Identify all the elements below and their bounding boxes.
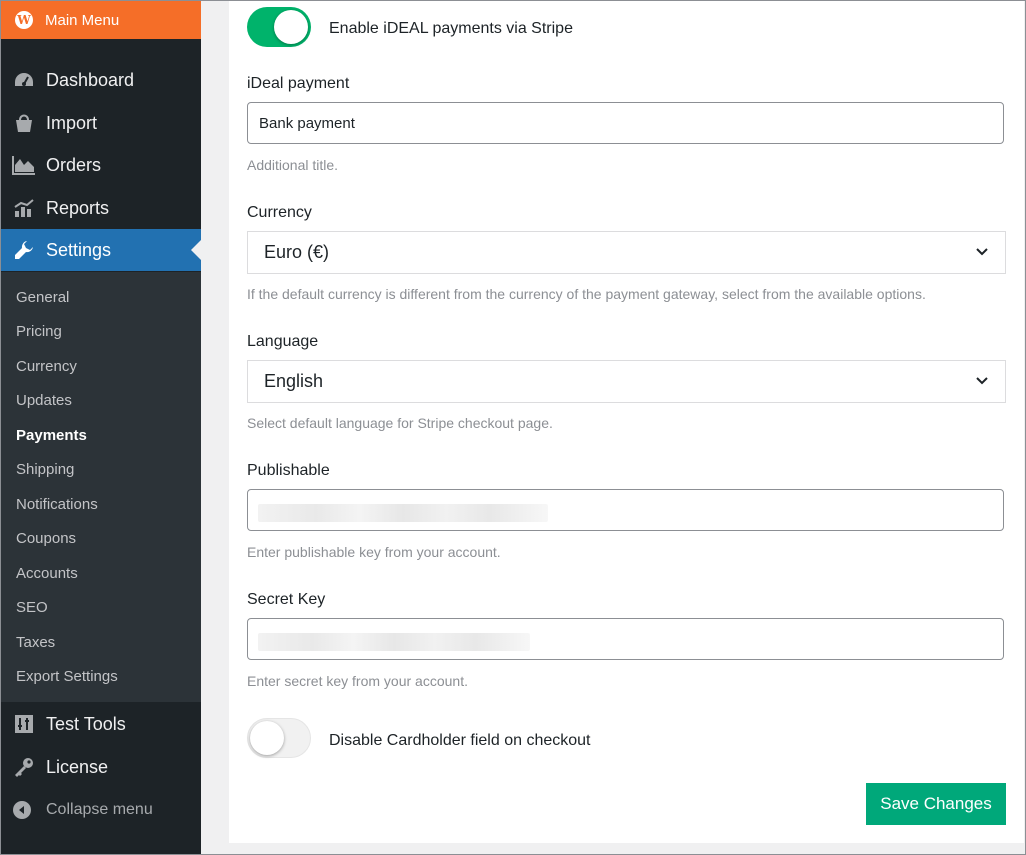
collapse-menu-button[interactable]: Collapse menu xyxy=(1,792,201,828)
key-icon xyxy=(11,756,37,778)
sidebar-item-label: Orders xyxy=(46,154,102,175)
language-select[interactable]: English xyxy=(247,360,1006,403)
sidebar-item-label: Settings xyxy=(46,239,112,260)
sidebar-item-settings[interactable]: Settings xyxy=(1,229,201,271)
submenu-item-payments[interactable]: Payments xyxy=(16,427,87,444)
import-icon xyxy=(11,112,37,134)
sidebar-item-test-tools[interactable]: Test Tools xyxy=(1,703,201,745)
admin-sidebar: W Main Menu Dashboard Import Orders Repo… xyxy=(1,1,201,854)
language-selected-value: English xyxy=(264,371,324,391)
chevron-down-icon xyxy=(976,377,988,385)
toggle-knob xyxy=(250,721,284,755)
ideal-payment-title-input[interactable]: Bank payment xyxy=(247,102,1004,144)
main-menu-label: Main Menu xyxy=(45,11,120,29)
submenu-item-notifications[interactable]: Notifications xyxy=(16,496,98,513)
publishable-help: Enter publishable key from your account. xyxy=(247,544,501,560)
dashboard-icon xyxy=(11,69,37,91)
enable-ideal-label: Enable iDEAL payments via Stripe xyxy=(329,20,573,37)
currency-selected-value: Euro (€) xyxy=(264,242,330,262)
tools-icon xyxy=(11,713,37,735)
secret-key-help: Enter secret key from your account. xyxy=(247,673,468,689)
wordpress-icon: W xyxy=(15,11,33,29)
collapse-menu-label: Collapse menu xyxy=(46,801,153,818)
collapse-icon xyxy=(13,801,31,819)
sidebar-item-orders[interactable]: Orders xyxy=(1,144,201,186)
ideal-payment-help: Additional title. xyxy=(247,157,339,173)
language-label: Language xyxy=(247,333,319,350)
publishable-label: Publishable xyxy=(247,462,330,479)
sidebar-item-label: Reports xyxy=(46,197,110,218)
sidebar-item-label: Import xyxy=(46,112,98,133)
submenu-item-shipping[interactable]: Shipping xyxy=(16,461,74,478)
secret-key-input[interactable] xyxy=(247,618,1004,660)
submenu-item-currency[interactable]: Currency xyxy=(16,358,77,375)
sidebar-item-import[interactable]: Import xyxy=(1,102,201,144)
redacted-key xyxy=(258,633,530,651)
sidebar-item-label: License xyxy=(46,756,109,777)
sidebar-item-dashboard[interactable]: Dashboard xyxy=(1,59,201,101)
ideal-payment-label: iDeal payment xyxy=(247,75,350,92)
payment-settings-panel: Enable iDEAL payments via Stripe iDeal p… xyxy=(229,1,1024,843)
enable-ideal-toggle[interactable] xyxy=(247,7,311,47)
app-window: W Main Menu Dashboard Import Orders Repo… xyxy=(0,0,1026,855)
submenu-item-seo[interactable]: SEO xyxy=(16,599,48,616)
currency-label: Currency xyxy=(247,204,312,221)
settings-submenu: General Pricing Currency Updates Payment… xyxy=(1,272,201,702)
submenu-item-accounts[interactable]: Accounts xyxy=(16,565,78,582)
language-help: Select default language for Stripe check… xyxy=(247,415,553,431)
main-menu-header[interactable]: W Main Menu xyxy=(1,1,201,39)
sidebar-item-label: Test Tools xyxy=(46,713,126,734)
submenu-item-updates[interactable]: Updates xyxy=(16,392,72,409)
redacted-key xyxy=(258,504,548,522)
toggle-knob xyxy=(274,10,308,44)
wrench-icon xyxy=(11,239,37,261)
reports-icon xyxy=(11,197,37,219)
currency-select[interactable]: Euro (€) xyxy=(247,231,1006,274)
submenu-item-coupons[interactable]: Coupons xyxy=(16,530,76,547)
publishable-key-input[interactable] xyxy=(247,489,1004,531)
currency-help: If the default currency is different fro… xyxy=(247,286,926,302)
chevron-down-icon xyxy=(976,248,988,256)
sidebar-item-license[interactable]: License xyxy=(1,746,201,788)
submenu-item-general[interactable]: General xyxy=(16,289,69,306)
orders-icon xyxy=(11,154,37,176)
ideal-payment-title-value: Bank payment xyxy=(259,114,355,132)
secret-key-label: Secret Key xyxy=(247,591,326,608)
submenu-item-export-settings[interactable]: Export Settings xyxy=(16,668,118,685)
sidebar-item-label: Dashboard xyxy=(46,69,135,90)
submenu-item-taxes[interactable]: Taxes xyxy=(16,634,55,651)
submenu-item-pricing[interactable]: Pricing xyxy=(16,323,62,340)
save-changes-button[interactable]: Save Changes xyxy=(866,783,1006,825)
disable-cardholder-toggle[interactable] xyxy=(247,718,311,758)
disable-cardholder-label: Disable Cardholder field on checkout xyxy=(329,732,591,749)
sidebar-item-reports[interactable]: Reports xyxy=(1,187,201,229)
